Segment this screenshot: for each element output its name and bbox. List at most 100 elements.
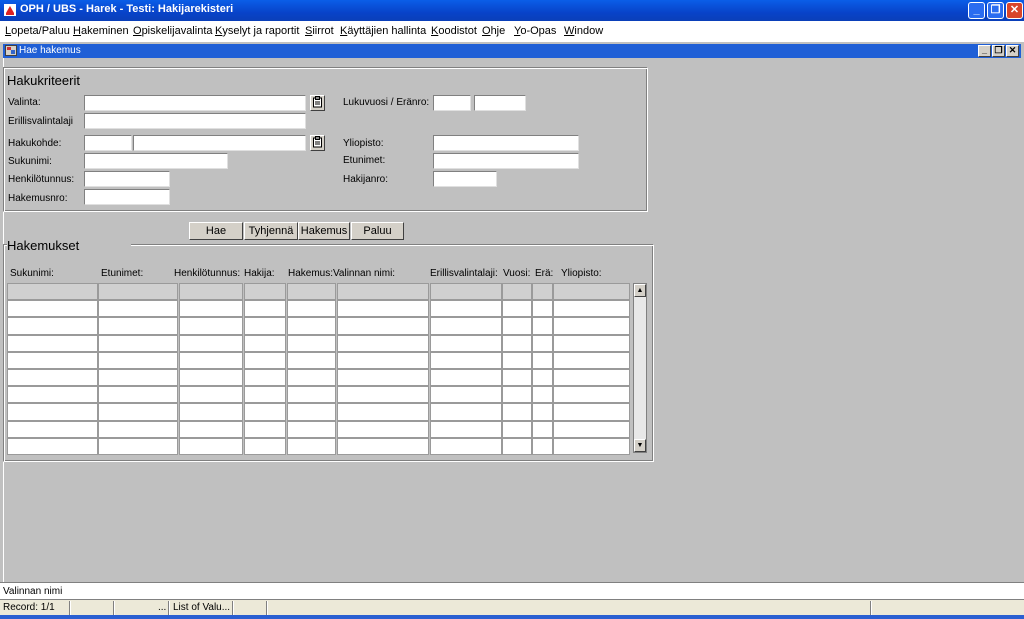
valinta-lov-button[interactable] xyxy=(310,95,325,111)
grid-cell[interactable] xyxy=(244,420,286,438)
menu-window[interactable]: Window xyxy=(564,25,603,37)
grid-cell[interactable] xyxy=(337,283,429,301)
grid-cell[interactable] xyxy=(430,420,502,438)
grid-cell[interactable] xyxy=(430,283,502,301)
grid-cell[interactable] xyxy=(179,283,243,301)
grid-cell[interactable] xyxy=(244,369,286,387)
grid-cell[interactable] xyxy=(287,283,336,301)
scroll-down-icon[interactable]: ▼ xyxy=(634,439,646,452)
menu-yo-opas[interactable]: Yo-Opas xyxy=(514,25,556,37)
grid-cell[interactable] xyxy=(502,437,532,455)
close-button[interactable]: ✕ xyxy=(1006,2,1023,19)
grid-cell[interactable] xyxy=(7,369,98,387)
grid-cell[interactable] xyxy=(502,334,532,352)
grid-cell[interactable] xyxy=(7,437,98,455)
grid-cell[interactable] xyxy=(532,403,553,421)
menu-siirrot[interactable]: Siirrot xyxy=(305,25,334,37)
grid-cell[interactable] xyxy=(553,386,630,404)
tyhjenna-button[interactable]: Tyhjennä xyxy=(244,222,298,240)
grid-cell[interactable] xyxy=(7,283,98,301)
grid-cell[interactable] xyxy=(430,386,502,404)
grid-cell[interactable] xyxy=(532,420,553,438)
grid-cell[interactable] xyxy=(244,283,286,301)
grid-cell[interactable] xyxy=(337,369,429,387)
grid-cell[interactable] xyxy=(98,351,178,369)
grid-cell[interactable] xyxy=(179,403,243,421)
grid-cell[interactable] xyxy=(7,403,98,421)
grid-cell[interactable] xyxy=(502,420,532,438)
grid-cell[interactable] xyxy=(7,334,98,352)
henkilotunnus-field[interactable] xyxy=(84,171,170,187)
restore-button[interactable]: ❐ xyxy=(987,2,1004,19)
grid-cell[interactable] xyxy=(244,351,286,369)
menu-ohje[interactable]: Ohje xyxy=(482,25,505,37)
minimize-button[interactable]: _ xyxy=(968,2,985,19)
grid-cell[interactable] xyxy=(287,369,336,387)
scroll-up-icon[interactable]: ▲ xyxy=(634,284,646,297)
grid-cell[interactable] xyxy=(337,403,429,421)
grid-cell[interactable] xyxy=(502,317,532,335)
menu-opiskelijavalinta[interactable]: Opiskelijavalinta xyxy=(133,25,213,37)
grid-cell[interactable] xyxy=(553,351,630,369)
eranro-field[interactable] xyxy=(474,95,526,111)
grid-cell[interactable] xyxy=(502,369,532,387)
grid-cell[interactable] xyxy=(287,317,336,335)
menu-kayttajien-hallinta[interactable]: Käyttäjien hallinta xyxy=(340,25,426,37)
grid-cell[interactable] xyxy=(337,351,429,369)
grid-cell[interactable] xyxy=(337,437,429,455)
grid-cell[interactable] xyxy=(287,420,336,438)
grid-cell[interactable] xyxy=(430,300,502,318)
grid-cell[interactable] xyxy=(430,403,502,421)
grid-cell[interactable] xyxy=(553,317,630,335)
menu-kyselyt-ja-raportit[interactable]: Kyselyt ja raportit xyxy=(215,25,299,37)
grid-cell[interactable] xyxy=(430,437,502,455)
hakukohde-lov-button[interactable] xyxy=(310,135,325,151)
grid-cell[interactable] xyxy=(179,317,243,335)
grid-cell[interactable] xyxy=(553,300,630,318)
grid-cell[interactable] xyxy=(179,334,243,352)
grid-cell[interactable] xyxy=(502,300,532,318)
grid-cell[interactable] xyxy=(502,386,532,404)
grid-cell[interactable] xyxy=(98,420,178,438)
grid-cell[interactable] xyxy=(553,420,630,438)
grid-cell[interactable] xyxy=(287,437,336,455)
grid-cell[interactable] xyxy=(179,420,243,438)
hae-button[interactable]: Hae xyxy=(189,222,243,240)
grid-cell[interactable] xyxy=(244,334,286,352)
grid-cell[interactable] xyxy=(7,386,98,404)
grid-cell[interactable] xyxy=(502,351,532,369)
grid-cell[interactable] xyxy=(244,437,286,455)
grid-cell[interactable] xyxy=(98,283,178,301)
grid-cell[interactable] xyxy=(7,420,98,438)
grid-cell[interactable] xyxy=(98,386,178,404)
grid-cell[interactable] xyxy=(287,351,336,369)
grid-cell[interactable] xyxy=(179,351,243,369)
hakijanro-field[interactable] xyxy=(433,171,497,187)
grid-cell[interactable] xyxy=(179,369,243,387)
sukunimi-field[interactable] xyxy=(84,153,228,169)
grid-cell[interactable] xyxy=(179,300,243,318)
grid-cell[interactable] xyxy=(7,351,98,369)
grid-cell[interactable] xyxy=(337,300,429,318)
grid-cell[interactable] xyxy=(244,386,286,404)
grid-cell[interactable] xyxy=(532,351,553,369)
grid-cell[interactable] xyxy=(98,369,178,387)
grid-cell[interactable] xyxy=(502,283,532,301)
grid-cell[interactable] xyxy=(532,386,553,404)
grid-cell[interactable] xyxy=(337,334,429,352)
grid-cell[interactable] xyxy=(7,317,98,335)
grid-cell[interactable] xyxy=(532,283,553,301)
child-window-titlebar[interactable]: Hae hakemus _ ❐ ✕ xyxy=(3,44,1021,58)
grid-cell[interactable] xyxy=(98,334,178,352)
child-minimize-button[interactable]: _ xyxy=(978,45,991,57)
grid-cell[interactable] xyxy=(532,334,553,352)
grid-cell[interactable] xyxy=(337,386,429,404)
grid-cell[interactable] xyxy=(430,369,502,387)
grid-cell[interactable] xyxy=(553,283,630,301)
grid-cell[interactable] xyxy=(553,437,630,455)
grid-cell[interactable] xyxy=(430,317,502,335)
yliopisto-field[interactable] xyxy=(433,135,579,151)
menu-lopeta-paluu[interactable]: Lopeta/Paluu xyxy=(5,25,70,37)
etunimet-field[interactable] xyxy=(433,153,579,169)
grid-cell[interactable] xyxy=(553,369,630,387)
